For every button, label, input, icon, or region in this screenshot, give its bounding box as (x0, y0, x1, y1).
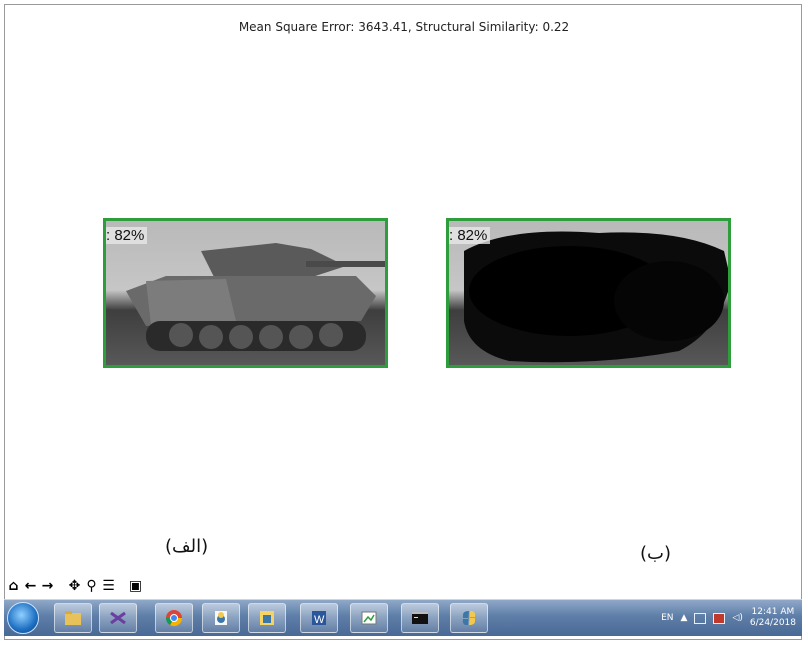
pan-icon[interactable]: ✥ (67, 578, 82, 594)
caption-b: (ب) (640, 543, 671, 564)
taskbar-image-editor[interactable] (350, 603, 388, 633)
zoom-icon[interactable]: ⚲ (84, 578, 99, 594)
system-tray: EN ▲ ◁) 12:41 AM 6/24/2018 (661, 600, 796, 636)
image-editor-icon (361, 611, 377, 625)
taskbar-python[interactable] (450, 603, 488, 633)
sticky-notes-icon (260, 611, 274, 625)
clock[interactable]: 12:41 AM 6/24/2018 (750, 607, 796, 629)
taskbar: W EN ▲ ◁) 12:41 AM 6/24/2018 (4, 599, 802, 636)
visual-studio-icon (110, 611, 126, 625)
home-icon[interactable]: ⌂ (6, 578, 21, 594)
word-icon: W (312, 611, 326, 626)
caption-a: (الف) (165, 536, 209, 557)
clock-date: 6/24/2018 (749, 618, 796, 628)
volume-icon[interactable]: ◁) (732, 613, 742, 623)
terminal-icon (412, 612, 428, 624)
show-hidden-icons-icon[interactable]: ▲ (680, 613, 687, 623)
start-button[interactable] (7, 602, 39, 634)
network-icon[interactable] (694, 612, 707, 624)
chrome-icon (165, 610, 183, 627)
taskbar-word[interactable]: W (300, 603, 338, 633)
action-center-icon[interactable] (713, 612, 726, 624)
taskbar-file-explorer[interactable] (54, 603, 92, 633)
metrics-title: Mean Square Error: 3643.41, Structural S… (238, 20, 570, 34)
confidence-label: : 82% (449, 227, 491, 244)
confidence-label: : 82% (106, 227, 148, 244)
svg-text:W: W (314, 614, 325, 626)
folder-icon (65, 611, 81, 625)
back-icon[interactable]: ← (23, 578, 38, 594)
forward-icon[interactable]: → (40, 578, 55, 594)
tank-image (126, 243, 385, 351)
clock-time: 12:41 AM (751, 607, 795, 617)
taskbar-command-prompt[interactable] (401, 603, 439, 633)
python-icon (462, 611, 476, 625)
perturbed-image-panel: : 82% (446, 218, 731, 368)
save-icon[interactable]: ▣ (128, 578, 143, 594)
configure-subplots-icon[interactable]: ☰ (101, 578, 116, 594)
taskbar-python-idle[interactable] (202, 603, 240, 633)
taskbar-chrome[interactable] (155, 603, 193, 633)
plot-toolbar: ⌂ ← → ✥ ⚲ ☰ ▣ (6, 576, 143, 596)
language-indicator[interactable]: EN (661, 613, 673, 623)
python-idle-icon (215, 611, 227, 625)
perturbed-tank-image (464, 231, 728, 363)
taskbar-sticky-notes[interactable] (248, 603, 286, 633)
original-image-panel: : 82% (103, 218, 388, 368)
taskbar-visual-studio[interactable] (99, 603, 137, 633)
